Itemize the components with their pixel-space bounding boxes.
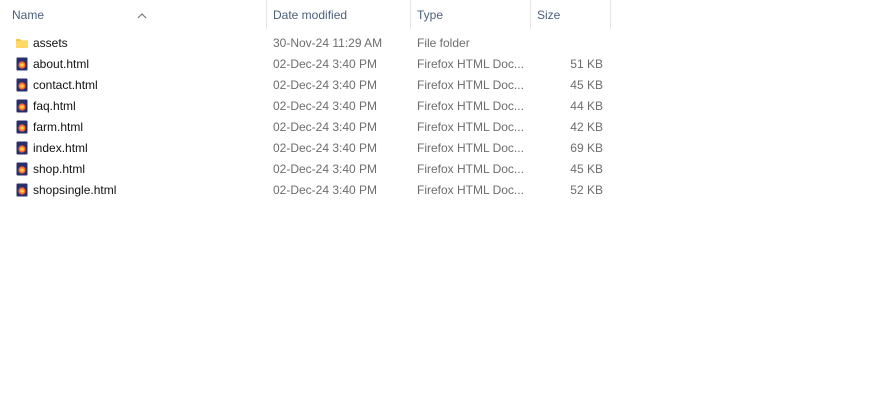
file-type: Firefox HTML Doc... [417,99,524,113]
firefox-html-icon [15,117,29,138]
firefox-html-icon [15,180,29,201]
file-type: Firefox HTML Doc... [417,162,524,176]
file-row[interactable]: faq.html 02-Dec-24 3:40 PM Firefox HTML Do… [0,96,611,117]
file-size: 45 KB [570,78,603,92]
column-header-row: Name Date modified Type Size [0,0,611,29]
firefox-html-icon [15,159,29,180]
file-size: 45 KB [570,162,603,176]
file-rows: assets 30-Nov-24 11:29 AM File folder about… [0,33,611,201]
file-row[interactable]: assets 30-Nov-24 11:29 AM File folder [0,33,611,54]
column-header-date-label: Date modified [273,8,348,22]
column-header-name[interactable]: Name [6,0,267,29]
file-row[interactable]: shop.html 02-Dec-24 3:40 PM Firefox HTML D… [0,159,611,180]
file-type: Firefox HTML Doc... [417,57,524,71]
file-row[interactable]: shopsingle.html 02-Dec-24 3:40 PM Firefox … [0,180,611,201]
file-name: shopsingle.html [33,183,117,197]
file-list-view: Name Date modified Type Size assets 30-No… [0,0,886,416]
file-size: 44 KB [570,99,603,113]
column-header-type-label: Type [417,8,444,22]
file-row[interactable]: index.html 02-Dec-24 3:40 PM Firefox HTML … [0,138,611,159]
file-type: Firefox HTML Doc... [417,78,524,92]
file-date-modified: 30-Nov-24 11:29 AM [273,36,383,50]
file-date-modified: 02-Dec-24 3:40 PM [273,120,378,134]
file-name: index.html [33,141,88,155]
folder-icon [15,33,29,54]
column-header-date-modified[interactable]: Date modified [267,0,411,29]
file-name: faq.html [33,99,76,113]
column-header-type[interactable]: Type [411,0,531,29]
column-header-size[interactable]: Size [531,0,611,29]
file-size: 69 KB [570,141,603,155]
file-name: farm.html [33,120,84,134]
file-type: Firefox HTML Doc... [417,141,524,155]
file-row[interactable]: about.html 02-Dec-24 3:40 PM Firefox HTML … [0,54,611,75]
file-name: shop.html [33,162,86,176]
file-date-modified: 02-Dec-24 3:40 PM [273,99,378,113]
file-name: assets [33,36,68,50]
file-size: 52 KB [570,183,603,197]
file-name: about.html [33,57,90,71]
file-date-modified: 02-Dec-24 3:40 PM [273,162,378,176]
file-type: File folder [417,36,470,50]
file-row[interactable]: farm.html 02-Dec-24 3:40 PM Firefox HTML D… [0,117,611,138]
firefox-html-icon [15,54,29,75]
firefox-html-icon [15,75,29,96]
file-date-modified: 02-Dec-24 3:40 PM [273,183,378,197]
file-name: contact.html [33,78,98,92]
file-type: Firefox HTML Doc... [417,183,524,197]
column-header-size-label: Size [537,8,561,22]
firefox-html-icon [15,96,29,117]
file-row[interactable]: contact.html 02-Dec-24 3:40 PM Firefox HTM… [0,75,611,96]
file-size: 51 KB [570,57,603,71]
column-header-name-label: Name [12,8,45,22]
file-size [531,33,603,54]
file-date-modified: 02-Dec-24 3:40 PM [273,78,378,92]
sort-ascending-icon [137,1,147,19]
file-date-modified: 02-Dec-24 3:40 PM [273,141,378,155]
file-date-modified: 02-Dec-24 3:40 PM [273,57,378,71]
firefox-html-icon [15,138,29,159]
file-size: 42 KB [570,120,603,134]
file-type: Firefox HTML Doc... [417,120,524,134]
